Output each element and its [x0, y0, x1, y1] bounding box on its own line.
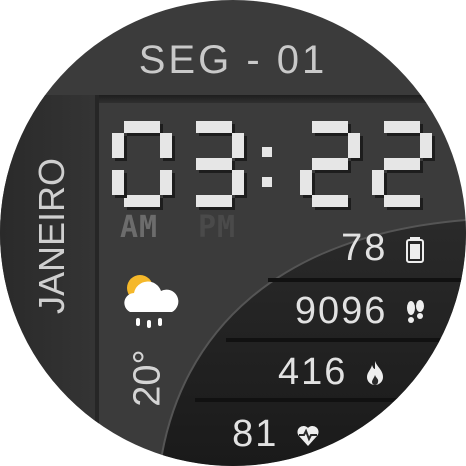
calories-value: 416: [278, 351, 348, 394]
battery-stat: 78: [341, 226, 426, 270]
pm-indicator: PM: [198, 210, 237, 245]
heart-pulse-icon: [297, 425, 319, 446]
watch-face: SEG - 01 JANEIRO AM PM 20° 78 9096 416 8…: [0, 0, 466, 466]
flame-icon: [367, 360, 383, 385]
time-digit: [300, 121, 363, 210]
calories-stat: 416: [278, 350, 386, 394]
am-indicator: AM: [120, 210, 159, 245]
footprints-icon: [407, 299, 424, 323]
heart-rate-stat: 81: [232, 412, 321, 456]
date-label: SEG - 01: [138, 38, 328, 82]
month-label: JANEIRO: [31, 157, 72, 315]
steps-value: 9096: [294, 290, 388, 333]
heart-rate-value: 81: [232, 413, 279, 456]
steps-stat: 9096: [295, 289, 426, 333]
time-colon: [262, 177, 272, 187]
time-digit: [196, 121, 247, 210]
temperature-label: 20°: [126, 349, 169, 407]
time-digit: [372, 121, 435, 210]
time-digit: [112, 121, 175, 210]
battery-icon: [406, 236, 424, 263]
battery-value: 78: [341, 227, 388, 270]
time-colon: [262, 147, 272, 157]
time-display: [112, 121, 435, 210]
